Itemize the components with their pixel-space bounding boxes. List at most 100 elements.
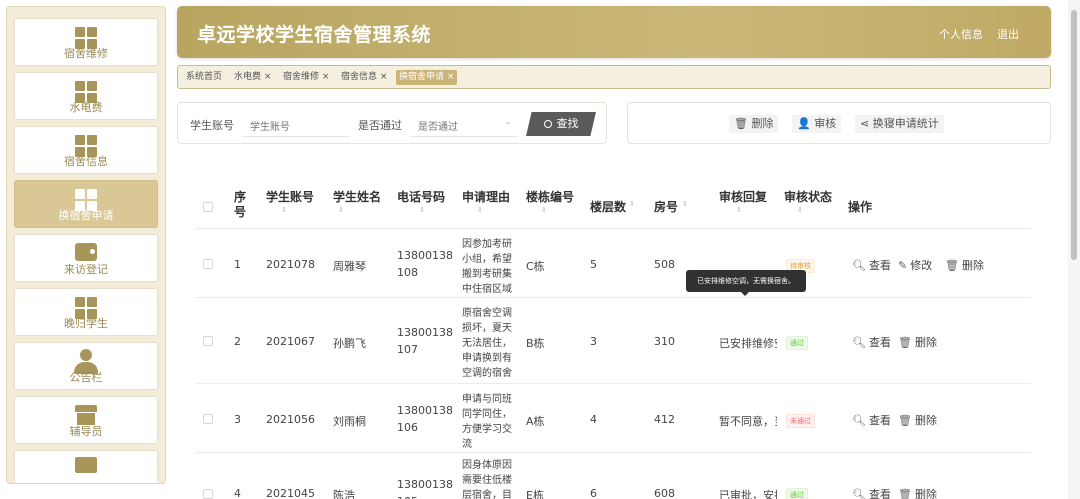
sidebar-item-notice[interactable]: 公告栏 bbox=[14, 342, 158, 390]
row-reason-line: 小组，希望 bbox=[462, 254, 512, 265]
col-room[interactable]: 房号 bbox=[654, 198, 678, 215]
view-button[interactable]: 🔍︎ 查看 bbox=[852, 257, 891, 273]
row-phone-line2: 107 bbox=[397, 343, 418, 356]
user-icon: 👤 bbox=[797, 117, 811, 130]
sidebar-item-counselor[interactable]: 辅导员 bbox=[14, 396, 158, 444]
scrollbar-thumb[interactable] bbox=[1071, 10, 1077, 260]
shop-icon bbox=[75, 405, 97, 425]
delete-row-button-label: 删除 bbox=[914, 336, 937, 349]
row-reason-line: 搬到考研集 bbox=[462, 269, 512, 280]
review-button-label: 审核 bbox=[814, 117, 837, 130]
view-button[interactable]: 🔍︎ 查看 bbox=[852, 334, 891, 350]
row-building: B栋 bbox=[526, 337, 545, 350]
delete-button-label: 删除 bbox=[751, 117, 774, 130]
row-reply[interactable]: 暂不同意，当 bbox=[719, 413, 777, 429]
row-name: 刘雨桐 bbox=[333, 415, 366, 428]
trash-icon: 🗑 bbox=[898, 414, 912, 427]
page-scrollbar[interactable] bbox=[1068, 0, 1080, 499]
chevron-down-icon: ⌄ bbox=[504, 117, 512, 127]
row-checkbox[interactable] bbox=[203, 336, 213, 346]
row-phone-line1: 13800138 bbox=[397, 249, 453, 262]
col-name[interactable]: 学生姓名 bbox=[333, 188, 381, 205]
delete-row-button-label: 删除 bbox=[961, 259, 984, 272]
sort-icon[interactable]: ⇕ bbox=[736, 206, 742, 214]
row-reason-line: 流 bbox=[462, 439, 472, 450]
row-reason-line: 方便学习交 bbox=[462, 424, 512, 435]
col-status[interactable]: 审核状态 bbox=[784, 188, 832, 205]
tab-utility-fee[interactable]: 水电费 × bbox=[231, 70, 274, 85]
pass-select[interactable] bbox=[410, 111, 518, 137]
sort-icon[interactable]: ⇕ bbox=[629, 200, 635, 208]
row-reply[interactable]: 已安排维修空 bbox=[719, 335, 777, 351]
col-building[interactable]: 楼栋编号 bbox=[526, 188, 574, 205]
row-checkbox[interactable] bbox=[203, 489, 213, 499]
tab-dorm-change[interactable]: 换宿舍申请 × bbox=[396, 70, 458, 85]
row-phone-line1: 13800138 bbox=[397, 478, 453, 491]
row-account: 2021045 bbox=[266, 487, 315, 499]
logout-link[interactable]: 退出 bbox=[997, 26, 1019, 42]
row-phone-line2: 106 bbox=[397, 421, 418, 434]
sort-icon[interactable]: ⇕ bbox=[541, 206, 547, 214]
select-all-checkbox[interactable] bbox=[203, 202, 213, 212]
review-button[interactable]: 👤 审核 bbox=[792, 115, 842, 133]
delete-button[interactable]: 🗑 删除 bbox=[729, 115, 779, 133]
col-reason[interactable]: 申请理由 bbox=[462, 188, 510, 205]
sidebar-item-dorm-info[interactable]: 宿舍信息 bbox=[14, 126, 158, 174]
col-reply[interactable]: 审核回复 bbox=[719, 188, 767, 205]
tab-dorm-info[interactable]: 宿舍信息 × bbox=[338, 70, 390, 85]
sort-icon[interactable]: ⇕ bbox=[419, 206, 425, 214]
sidebar-item-more[interactable] bbox=[14, 450, 158, 483]
row-checkbox[interactable] bbox=[203, 259, 213, 269]
edit-button-label: 修改 bbox=[910, 259, 933, 272]
sidebar-item-dorm-change[interactable]: 换宿舍申请 bbox=[14, 180, 158, 228]
search-button-label: 查找 bbox=[556, 117, 579, 130]
sort-icon[interactable]: ⇕ bbox=[797, 206, 803, 214]
col-phone[interactable]: 电话号码 bbox=[397, 188, 445, 205]
delete-row-button[interactable]: 🗑 删除 bbox=[898, 412, 937, 428]
sort-icon[interactable]: ⇕ bbox=[281, 206, 287, 214]
row-checkbox[interactable] bbox=[203, 414, 213, 424]
action-panel: 🗑 删除 👤 审核 ⋖ 换寝申请统计 bbox=[627, 102, 1051, 144]
delete-row-button[interactable]: 🗑 删除 bbox=[898, 486, 937, 499]
sidebar-item-label: 宿舍信息 bbox=[64, 155, 108, 168]
view-button-label: 查看 bbox=[868, 259, 891, 272]
edit-button[interactable]: ✎ 修改 bbox=[898, 257, 932, 273]
edit-icon: ✎ bbox=[898, 259, 908, 272]
col-floor[interactable]: 楼层数 bbox=[590, 198, 626, 215]
view-button[interactable]: 🔍︎ 查看 bbox=[852, 412, 891, 428]
delete-row-button-label: 删除 bbox=[914, 414, 937, 427]
sort-icon[interactable]: ⇕ bbox=[477, 206, 483, 214]
sidebar-item-label: 来访登记 bbox=[64, 263, 108, 276]
row-index: 3 bbox=[234, 413, 241, 426]
row-floor: 6 bbox=[590, 487, 597, 499]
sidebar-item-late-return[interactable]: 晚归学生 bbox=[14, 288, 158, 336]
row-reason-line: 同学同住， bbox=[462, 409, 512, 420]
row-building: E栋 bbox=[526, 489, 544, 499]
sidebar-item-dorm-repair[interactable]: 宿舍维修 bbox=[14, 18, 158, 66]
pass-label: 是否通过 bbox=[358, 119, 402, 132]
profile-link[interactable]: 个人信息 bbox=[939, 26, 983, 42]
sidebar-item-visitor[interactable]: 来访登记 bbox=[14, 234, 158, 282]
sidebar-item-label: 公告栏 bbox=[69, 371, 103, 384]
row-reason-line: 因参加考研 bbox=[462, 239, 512, 250]
tab-dorm-repair[interactable]: 宿舍维修 × bbox=[280, 70, 332, 85]
delete-row-button[interactable]: 🗑 删除 bbox=[898, 334, 937, 350]
tab-home[interactable]: 系统首页 bbox=[183, 70, 225, 85]
sort-icon[interactable]: ⇕ bbox=[682, 200, 688, 208]
row-building: A栋 bbox=[526, 415, 545, 428]
account-label: 学生账号 bbox=[190, 119, 234, 132]
sidebar-item-utility-fee[interactable]: 水电费 bbox=[14, 72, 158, 120]
app-header: 卓远学校学生宿舍管理系统 个人信息 退出 bbox=[177, 6, 1051, 58]
sort-icon[interactable]: ⇕ bbox=[338, 206, 344, 214]
row-name: 陈浩 bbox=[333, 489, 355, 499]
delete-row-button[interactable]: 🗑 删除 bbox=[945, 257, 984, 273]
share-icon: ⋖ bbox=[860, 117, 870, 130]
tab-bar: 系统首页 水电费 × 宿舍维修 × 宿舍信息 × 换宿舍申请 × bbox=[177, 65, 1051, 89]
row-index: 4 bbox=[234, 487, 241, 499]
stats-button[interactable]: ⋖ 换寝申请统计 bbox=[855, 115, 944, 133]
account-input[interactable] bbox=[242, 111, 350, 137]
search-button[interactable]: 查找 bbox=[526, 112, 596, 136]
col-account[interactable]: 学生账号 bbox=[266, 188, 314, 205]
view-button[interactable]: 🔍︎ 查看 bbox=[852, 486, 891, 499]
row-reply[interactable]: 已审批，安排 bbox=[719, 487, 777, 499]
